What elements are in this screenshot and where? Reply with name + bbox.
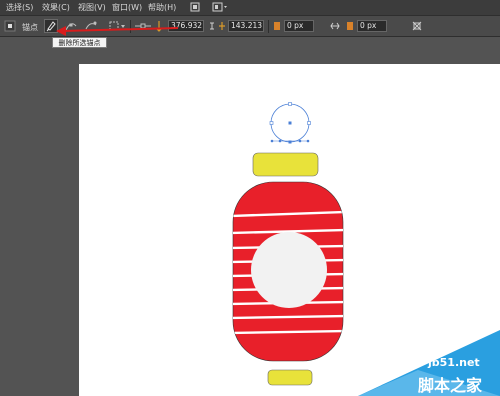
- lantern-bottom-cap: [267, 369, 313, 386]
- watermark-brand: 脚本之家: [418, 376, 483, 395]
- selected-circle[interactable]: [269, 102, 311, 144]
- anchor-point: [307, 121, 311, 125]
- lantern-center-circle: [251, 232, 327, 308]
- anchor-point: [269, 121, 274, 125]
- anchor-point: [288, 102, 292, 106]
- lantern-top-cap: [252, 152, 319, 177]
- watermark-site: jb51.net: [428, 356, 480, 369]
